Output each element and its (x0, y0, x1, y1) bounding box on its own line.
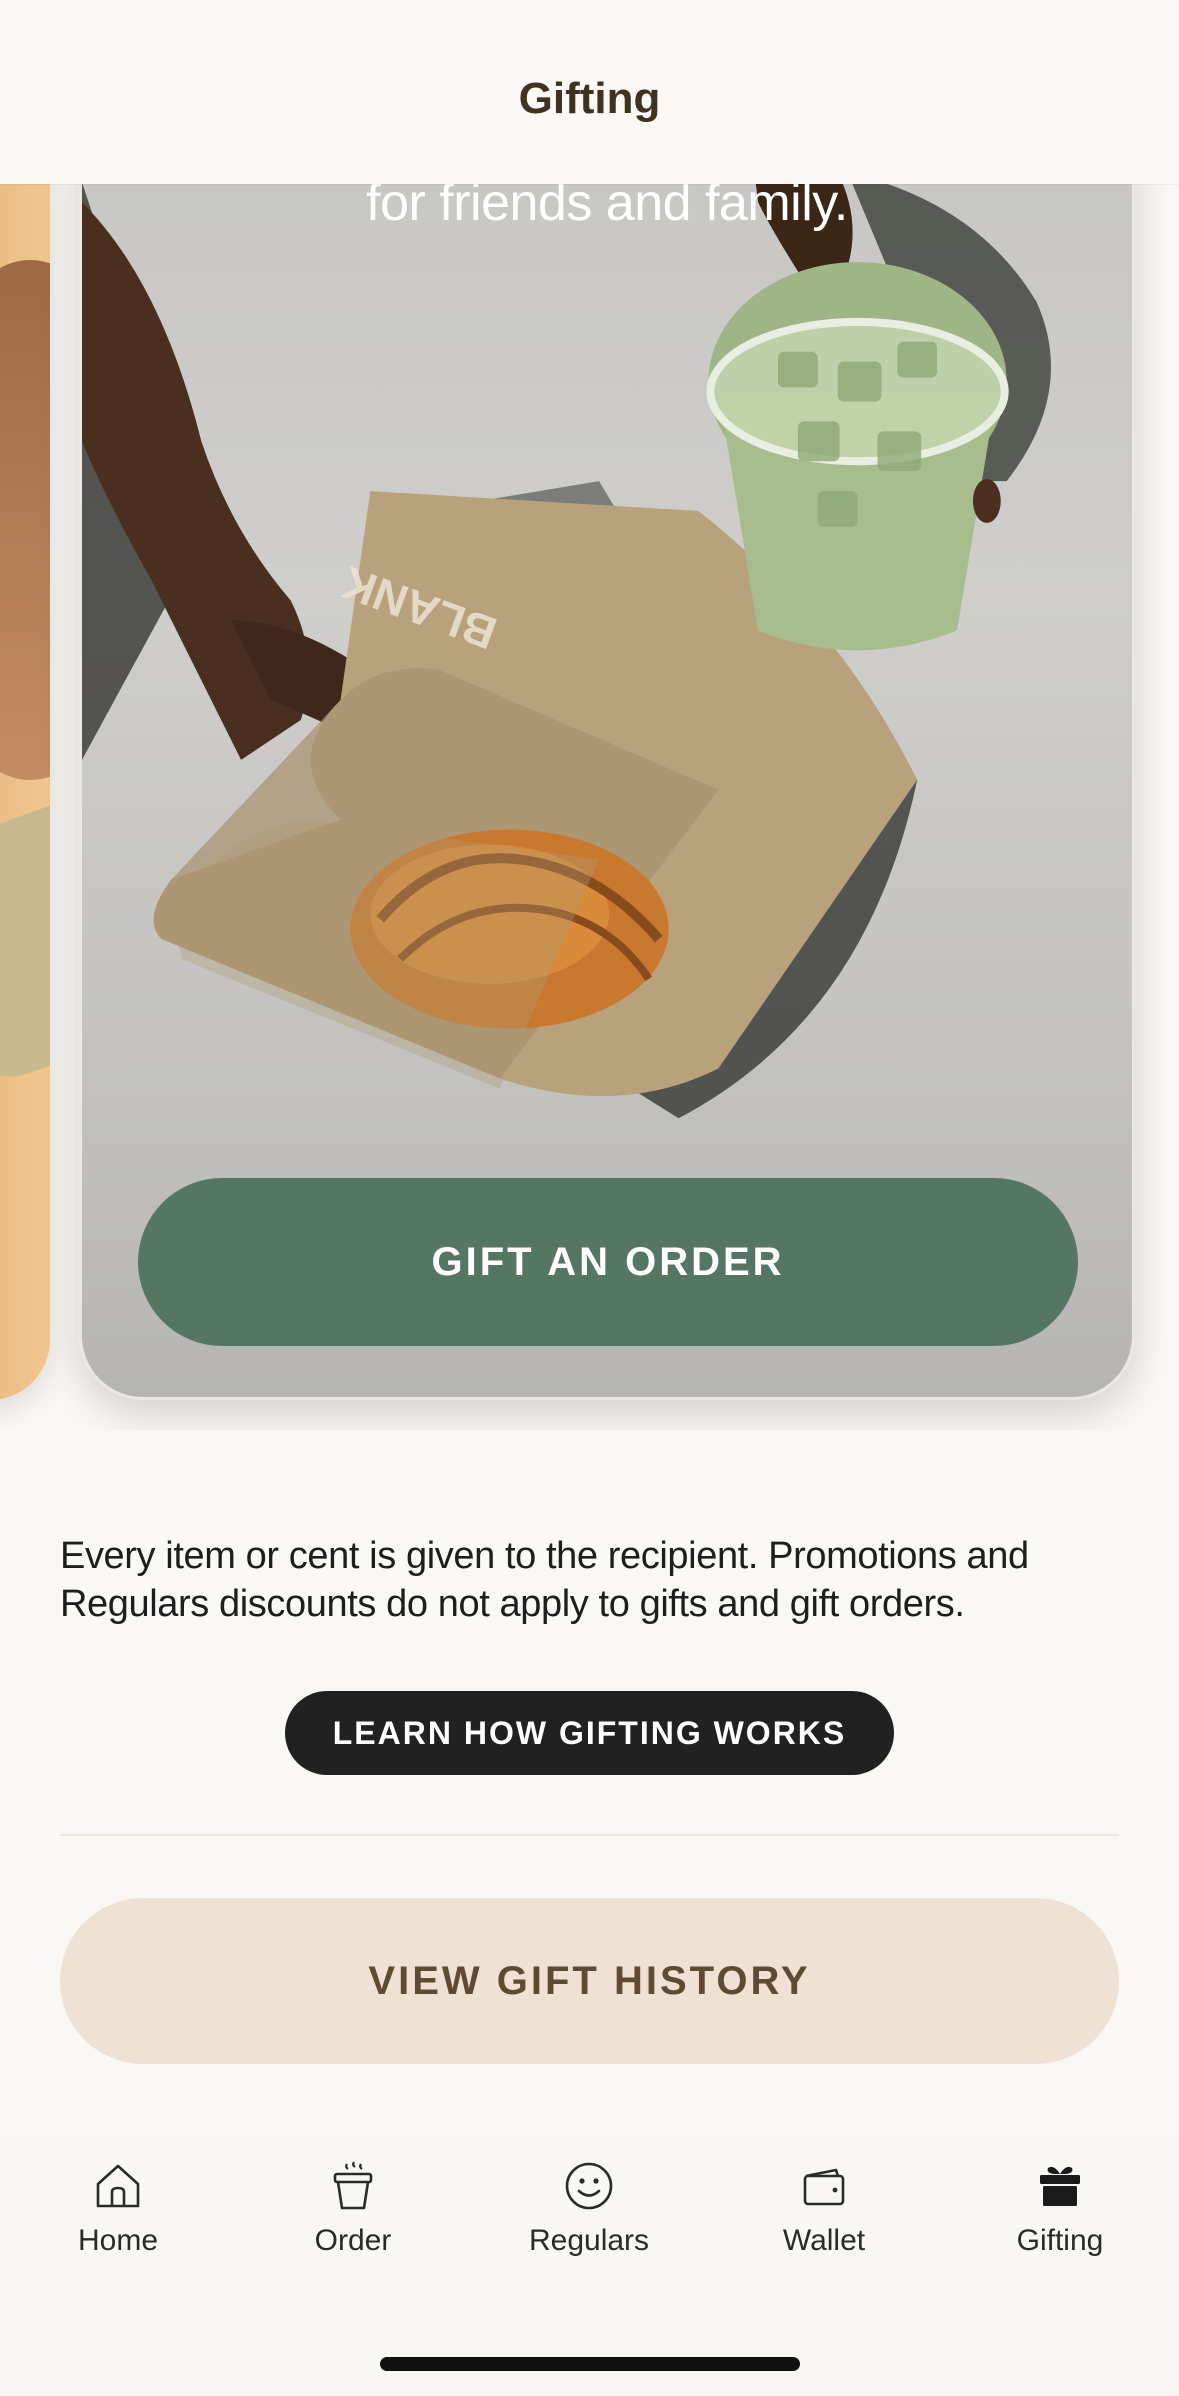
top-bar: Gifting (0, 0, 1179, 184)
tab-home[interactable]: Home (18, 2158, 218, 2258)
wallet-icon (803, 2168, 845, 2206)
learn-how-gifting-works-button[interactable]: LEARN HOW GIFTING WORKS (285, 1691, 894, 1775)
tab-label-order: Order (314, 2224, 392, 2257)
card-photo-bag (0, 805, 50, 1095)
gift-icon (1040, 2166, 1080, 2206)
tab-regulars[interactable]: Regulars (489, 2158, 689, 2258)
home-indicator[interactable] (380, 2357, 800, 2371)
tab-label-gifting: Gifting (1016, 2224, 1104, 2257)
tab-label-regulars: Regulars (528, 2224, 650, 2257)
coffee-cup-icon (333, 2161, 373, 2210)
tab-order[interactable]: Order (253, 2158, 453, 2258)
gifting-screen: BLANK for friends and family. GIFT AN OR… (0, 0, 1179, 2396)
smiley-icon (565, 2162, 613, 2210)
view-gift-history-button[interactable]: VIEW GIFT HISTORY (60, 1898, 1119, 2064)
tab-label-home: Home (77, 2224, 159, 2257)
gift-order-card[interactable]: BLANK for friends and family. GIFT AN OR… (79, 60, 1135, 1400)
gift-an-order-button[interactable]: GIFT AN ORDER (138, 1178, 1078, 1346)
tab-wallet[interactable]: Wallet (724, 2158, 924, 2258)
gifting-disclaimer: Every item or cent is given to the recip… (60, 1535, 1029, 1625)
page-title: Gifting (518, 74, 661, 123)
previous-gift-card[interactable] (0, 120, 50, 1400)
section-divider (60, 1834, 1119, 1836)
card-photo-arm (0, 260, 50, 780)
gift-carousel[interactable]: BLANK for friends and family. GIFT AN OR… (0, 0, 1179, 1430)
home-icon (96, 2164, 140, 2208)
tab-gifting[interactable]: Gifting (960, 2158, 1160, 2258)
tab-label-wallet: Wallet (782, 2224, 866, 2257)
